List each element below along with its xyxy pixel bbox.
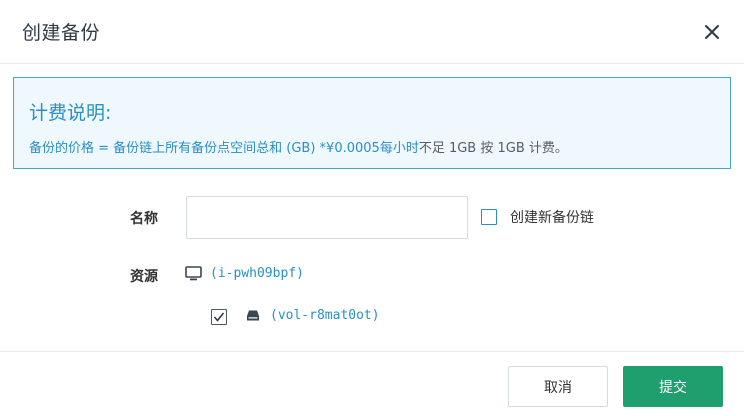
billing-notice-text: 备份的价格 = 备份链上所有备份点空间总和 (GB) *¥0.0005每小时不足… <box>29 137 568 156</box>
billing-formula: 备份的价格 = 备份链上所有备份点空间总和 (GB) *¥0.0005每小时 <box>29 141 419 156</box>
dialog-header: 创建备份 <box>0 0 744 64</box>
name-input[interactable] <box>186 196 468 239</box>
billing-notice: 计费说明: 备份的价格 = 备份链上所有备份点空间总和 (GB) *¥0.000… <box>13 77 731 169</box>
instance-id-link[interactable]: (i-pwh09bpf) <box>210 266 304 281</box>
check-icon <box>213 312 225 322</box>
dialog-title: 创建备份 <box>22 22 101 44</box>
volume-id-link[interactable]: (vol-r8mat0ot) <box>270 308 380 323</box>
create-backup-dialog: 创建备份 计费说明: 备份的价格 = 备份链上所有备份点空间总和 (GB) *¥… <box>0 0 744 416</box>
close-icon <box>705 25 719 39</box>
submit-button[interactable]: 提交 <box>623 366 723 407</box>
close-button[interactable] <box>700 20 724 44</box>
disk-icon <box>247 310 259 321</box>
resource-label: 资源 <box>130 269 158 285</box>
cancel-button[interactable]: 取消 <box>508 366 608 407</box>
new-chain-label: 创建新备份链 <box>510 210 594 226</box>
name-label: 名称 <box>130 211 158 227</box>
billing-notice-title: 计费说明: <box>29 102 112 124</box>
monitor-icon <box>185 266 202 281</box>
billing-note: 不足 1GB 按 1GB 计费。 <box>418 141 568 156</box>
volume-checkbox[interactable] <box>211 309 227 325</box>
new-chain-checkbox[interactable] <box>481 209 497 225</box>
